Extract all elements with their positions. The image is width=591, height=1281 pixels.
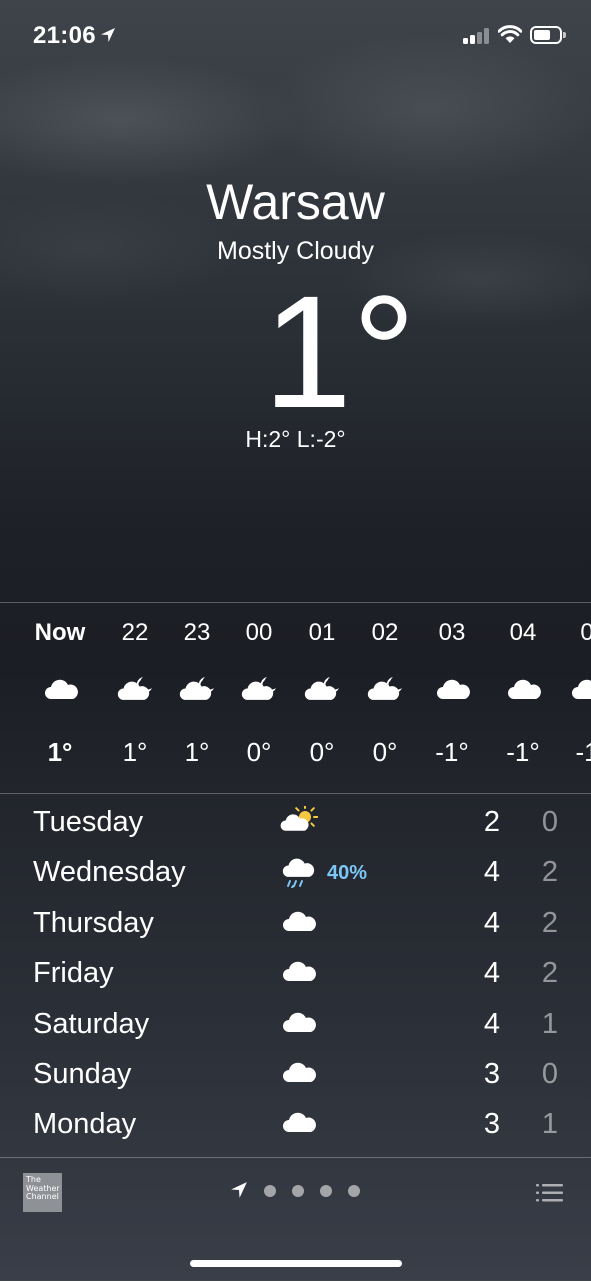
cloud-icon (278, 907, 318, 939)
day-name: Wednesday (33, 856, 186, 889)
cloud-icon (567, 675, 591, 705)
day-name: Monday (33, 1108, 137, 1141)
day-low-temperature: 0 (541, 806, 558, 838)
high-low-temperature: H:2° L:-2° (245, 426, 346, 452)
day-name: Thursday (33, 906, 154, 939)
hour-temperature: -1° (506, 737, 540, 767)
hour-temperature: 0° (309, 737, 335, 767)
page-indicator-dot[interactable] (348, 1185, 360, 1197)
current-temperature: 1° (263, 262, 416, 441)
hour-temperature: 0° (372, 737, 398, 767)
day-low-temperature: 2 (541, 906, 558, 939)
cloud-moon-icon (115, 675, 155, 705)
wifi-icon (498, 25, 522, 43)
daily-forecast-row: Friday 4 2 (0, 949, 591, 999)
hour-label: 03 (438, 619, 466, 646)
daily-forecast-row: Saturday 4 1 (0, 1000, 591, 1050)
day-name: Sunday (33, 1058, 132, 1090)
hourly-forecast[interactable]: Now 1° 22 1° 23 1° 00 0° 01 0° 02 0° 03 -1° 04 -1° 0 -1 (0, 602, 591, 794)
hour-temperature: 1° (47, 737, 73, 767)
status-bar: 21:06 (0, 0, 591, 70)
cloud-icon (278, 1058, 318, 1090)
hourly-forecast-item: 04 -1° (488, 603, 558, 793)
cloud-icon (40, 675, 80, 705)
day-high-temperature: 3 (483, 1108, 500, 1141)
cloud-moon-icon (365, 675, 405, 705)
battery-icon (530, 26, 566, 44)
page-indicator-dot[interactable] (320, 1185, 332, 1197)
hour-label: 02 (371, 619, 399, 646)
hourly-forecast-item: 0 -1 (552, 603, 591, 793)
cloud-icon (503, 675, 543, 705)
hour-temperature: 1° (122, 737, 148, 767)
hourly-forecast-item: 22 1° (100, 603, 170, 793)
location-arrow-icon (101, 28, 115, 42)
cloud-moon-icon (302, 675, 342, 705)
cloud-icon (278, 1008, 318, 1040)
daily-forecast-row: Monday 3 1 (0, 1100, 591, 1150)
day-name: Friday (33, 957, 114, 990)
daily-forecast-row: Wednesday 40% 4 2 (0, 848, 591, 898)
day-low-temperature: 1 (541, 1108, 558, 1141)
hour-temperature: -1 (575, 737, 591, 767)
hourly-forecast-item: 02 0° (350, 603, 420, 793)
day-high-temperature: 4 (483, 856, 500, 889)
home-indicator[interactable] (190, 1260, 402, 1267)
day-high-temperature: 4 (483, 1007, 500, 1040)
day-name: Tuesday (33, 806, 144, 838)
weather-channel-logo-text: The Weather Channel (26, 1175, 60, 1201)
hour-label: 22 (121, 619, 149, 646)
page-indicator-dot[interactable] (292, 1185, 304, 1197)
cloud-icon (278, 1108, 318, 1140)
hourly-forecast-item: 03 -1° (417, 603, 487, 793)
hour-label: 0 (552, 619, 591, 647)
status-time: 21:06 (33, 22, 96, 49)
cellular-signal-icon (463, 28, 491, 44)
rain-cloud-icon (278, 856, 318, 890)
hour-label: 00 (245, 619, 273, 646)
day-name: Saturday (33, 1007, 150, 1040)
city-name: Warsaw (206, 174, 385, 230)
hour-label: 23 (183, 619, 211, 646)
bottom-toolbar: The Weather Channel (0, 1157, 591, 1281)
sun-cloud-icon (278, 803, 319, 838)
hourly-forecast-item: Now 1° (25, 603, 95, 793)
daily-forecast-row: Tuesday 2 0 (0, 798, 591, 848)
location-arrow-icon[interactable] (230, 1181, 248, 1199)
day-high-temperature: 4 (483, 906, 500, 939)
day-low-temperature: 2 (541, 957, 558, 990)
hourly-forecast-item: 01 0° (287, 603, 357, 793)
hourly-forecast-item: 23 1° (162, 603, 232, 793)
hour-temperature: -1° (435, 737, 469, 767)
cloud-icon (432, 675, 472, 705)
hour-label: 04 (509, 619, 537, 646)
day-low-temperature: 0 (541, 1058, 558, 1090)
daily-forecast-row: Sunday 3 0 (0, 1050, 591, 1100)
cloud-moon-icon (239, 675, 279, 705)
day-low-temperature: 1 (541, 1007, 558, 1040)
day-low-temperature: 2 (541, 856, 558, 889)
cloud-icon (278, 957, 318, 989)
day-high-temperature: 3 (483, 1058, 500, 1090)
list-icon[interactable] (536, 1183, 563, 1203)
hour-label: 01 (308, 619, 336, 646)
hour-temperature: 1° (184, 737, 210, 767)
hour-label: Now (34, 619, 86, 646)
precipitation-chance: 40% (327, 862, 368, 885)
page-indicator-dot[interactable] (264, 1185, 276, 1197)
daily-forecast-row: Thursday 4 2 (0, 899, 591, 949)
hour-temperature: 0° (246, 737, 272, 767)
hourly-forecast-item: 00 0° (224, 603, 294, 793)
cloud-moon-icon (177, 675, 217, 705)
day-high-temperature: 4 (483, 957, 500, 990)
day-high-temperature: 2 (483, 806, 500, 838)
weather-channel-logo[interactable]: The Weather Channel (23, 1173, 62, 1212)
